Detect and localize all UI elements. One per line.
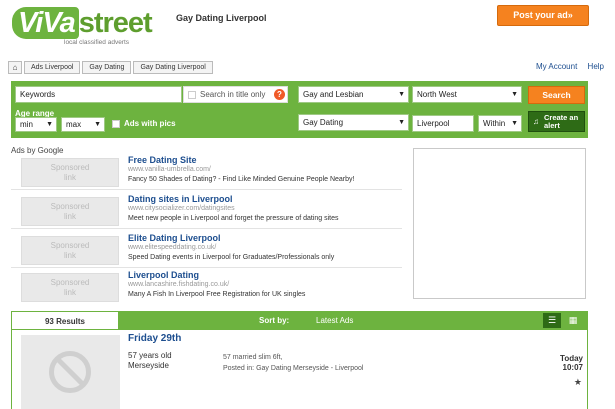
help-icon[interactable]: ?	[274, 89, 285, 100]
sponsored-thumb: Sponsored link	[21, 158, 119, 187]
ad-description: Meet new people in Liverpool and forget …	[128, 215, 339, 222]
search-button[interactable]: Search	[528, 86, 585, 104]
ad-description: Fancy 50 Shades of Dating? - Find Like M…	[128, 176, 355, 183]
results-count: 93 Results	[11, 311, 119, 330]
sponsored-ad[interactable]: Sponsored link Dating sites in Liverpool …	[11, 194, 402, 229]
breadcrumb: ⌂ Ads Liverpool Gay Dating Gay Dating Li…	[8, 61, 215, 74]
page-title: Gay Dating Liverpool	[176, 13, 267, 23]
age-max-select[interactable]: max ▼	[61, 117, 105, 132]
list-item[interactable]: Friday 29th 57 years old Merseyside 57 m…	[11, 330, 588, 409]
sponsored-ad[interactable]: Sponsored link Elite Dating Liverpool www…	[11, 233, 402, 268]
chevron-down-icon: ▼	[398, 119, 405, 126]
ad-title[interactable]: Dating sites in Liverpool	[128, 194, 233, 204]
listing-age: 57 years old	[128, 351, 172, 360]
help-link[interactable]: Help	[588, 62, 604, 71]
subcategory-select[interactable]: Gay Dating ▼	[298, 114, 409, 131]
search-panel: Keywords Search in title only ? Gay and …	[11, 81, 588, 138]
sort-by-label: Sort by:	[259, 316, 290, 325]
age-min-select[interactable]: min ▼	[15, 117, 57, 132]
listing-date: Friday 29th	[128, 333, 182, 344]
ad-description: Many A Fish In Liverpool Free Registrati…	[128, 291, 306, 298]
ads-by-google-label: Ads by Google	[11, 146, 64, 155]
chevron-down-icon: ▼	[46, 121, 53, 128]
breadcrumb-gay-dating[interactable]: Gay Dating	[82, 61, 132, 74]
no-photo-icon[interactable]	[21, 335, 120, 409]
breadcrumb-ads-liverpool[interactable]: Ads Liverpool	[24, 61, 81, 74]
sponsored-thumb: Sponsored link	[21, 236, 119, 265]
within-select[interactable]: Within ▼	[478, 115, 522, 132]
listing-posted-in: Posted in: Gay Dating Merseyside - Liver…	[223, 365, 364, 372]
ad-banner-box	[413, 148, 586, 299]
sponsored-thumb: Sponsored link	[21, 197, 119, 226]
my-account-link[interactable]: My Account	[536, 62, 577, 71]
home-icon[interactable]: ⌂	[8, 61, 22, 74]
chevron-down-icon: ▼	[398, 91, 405, 98]
ad-title[interactable]: Liverpool Dating	[128, 270, 199, 280]
location-input[interactable]: Liverpool	[412, 115, 474, 132]
no-photo-symbol	[49, 351, 91, 393]
with-pics-check[interactable]	[112, 119, 120, 128]
ad-url[interactable]: www.lancashire.fishdating.co.uk/	[128, 281, 229, 288]
sponsored-ad[interactable]: Sponsored link Free Dating Site www.vanil…	[11, 155, 402, 190]
region-select[interactable]: North West ▼	[412, 86, 522, 103]
listing-day: Today	[560, 354, 583, 363]
category-select[interactable]: Gay and Lesbian ▼	[298, 86, 409, 103]
vivastreet-logo[interactable]: ViVa street local classified adverts	[12, 7, 153, 48]
logo-tagline: local classified adverts	[64, 39, 130, 46]
title-only-check[interactable]	[188, 90, 196, 99]
breadcrumb-gay-dating-liverpool[interactable]: Gay Dating Liverpool	[133, 61, 213, 74]
sort-latest-ads[interactable]: Latest Ads	[316, 311, 353, 330]
chevron-down-icon: ▼	[511, 120, 518, 127]
ad-url[interactable]: www.vanilla-umbrella.com/	[128, 166, 211, 173]
sponsored-thumb: Sponsored link	[21, 273, 119, 302]
listing-time: 10:07	[562, 363, 583, 372]
list-view-icon[interactable]: ☰	[543, 313, 561, 328]
chevron-down-icon: ▼	[511, 91, 518, 98]
listing-description[interactable]: 57 married slim 6ft,	[223, 354, 283, 361]
title-only-checkbox[interactable]: Search in title only ?	[183, 86, 288, 103]
star-icon[interactable]: ★	[574, 377, 582, 388]
post-ad-button[interactable]: Post your ad»	[497, 5, 589, 26]
listing-location: Merseyside	[128, 361, 169, 370]
ad-title[interactable]: Elite Dating Liverpool	[128, 233, 221, 243]
keywords-input[interactable]: Keywords	[15, 86, 182, 103]
ad-description: Speed Dating events in Liverpool for Gra…	[128, 254, 335, 261]
top-links: My Account Help	[528, 62, 604, 71]
grid-view-icon[interactable]: ▦	[564, 313, 582, 328]
sponsored-ad[interactable]: Sponsored link Liverpool Dating www.lanca…	[11, 270, 402, 305]
bell-icon: ♫	[533, 117, 539, 126]
chevron-down-icon: ▼	[94, 121, 101, 128]
results-bar: 93 Results Sort by: Latest Ads ☰ ▦	[11, 311, 588, 330]
logo-wordmark: ViVa street	[12, 7, 153, 39]
ad-url[interactable]: www.citysocializer.com/datingsites	[128, 205, 235, 212]
create-alert-button[interactable]: ♫ Create an alert	[528, 111, 585, 132]
with-pics-checkbox[interactable]: Ads with pics	[112, 119, 176, 128]
ad-url[interactable]: www.elitespeeddating.co.uk/	[128, 244, 216, 251]
ad-title[interactable]: Free Dating Site	[128, 155, 197, 165]
